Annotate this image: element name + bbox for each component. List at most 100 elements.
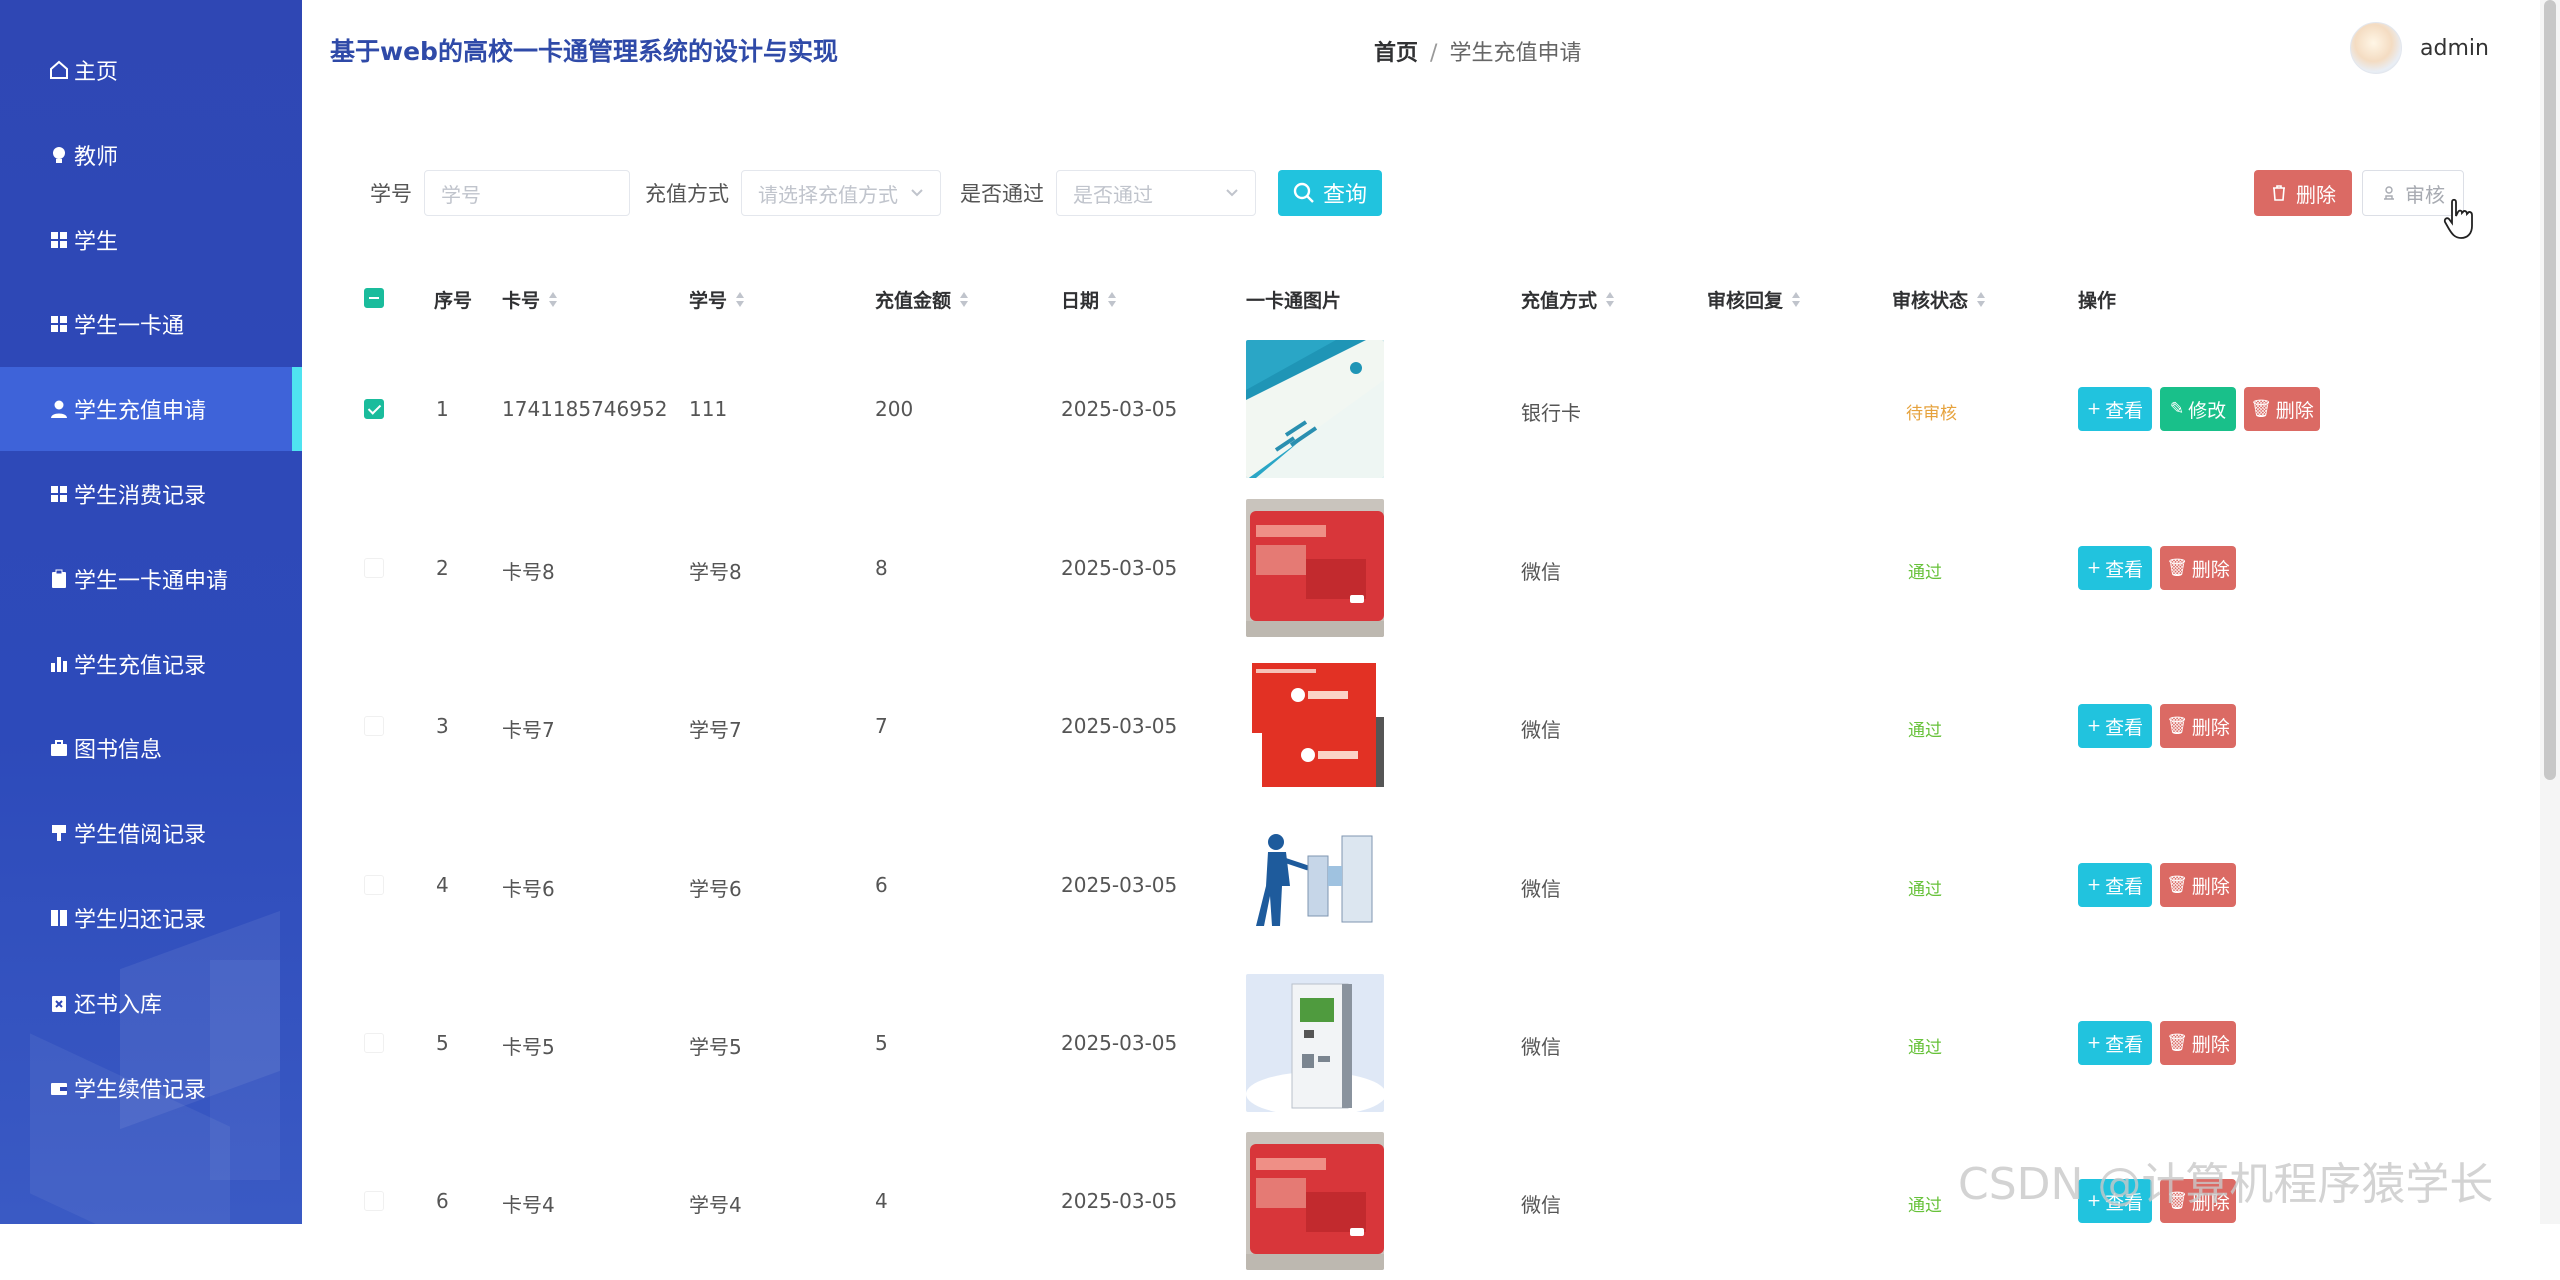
cell-amount: 200 xyxy=(875,397,914,421)
del-button[interactable]: 🗑 删除 xyxy=(2160,1021,2236,1065)
table-row: 3 卡号7 学号7 7 2025-03-05 微信 通过 + 查看 🗑 删除 xyxy=(354,647,2494,805)
query-button[interactable]: 查询 xyxy=(1278,170,1382,216)
sidebar-item[interactable]: 图书信息 xyxy=(0,706,302,790)
sidebar-item[interactable]: 学生充值申请 xyxy=(0,367,302,452)
th-amount[interactable]: 充值金额 xyxy=(875,286,969,313)
breadcrumb: 首页 / 学生充值申请 xyxy=(1374,35,1581,67)
kiosk-photo[interactable] xyxy=(1246,974,1384,1112)
th-date[interactable]: 日期 xyxy=(1061,286,1117,313)
bar-chart-icon xyxy=(48,653,70,675)
scrollbar-thumb[interactable] xyxy=(2544,0,2556,780)
row-checkbox[interactable] xyxy=(364,399,384,419)
table-row: 5 卡号5 学号5 5 2025-03-05 微信 通过 + 查看 🗑 删除 xyxy=(354,964,2494,1122)
cell-method: 微信 xyxy=(1521,560,1561,584)
method-select-placeholder: 请选择充值方式 xyxy=(758,182,898,207)
sidebar-item[interactable]: 学生续借记录 xyxy=(0,1046,302,1130)
grid-icon xyxy=(48,483,70,505)
status-badge: 待审核 xyxy=(1906,404,1957,424)
sidebar-item-label: 图书信息 xyxy=(74,738,163,764)
edit-button[interactable]: ✎ 修改 xyxy=(2160,387,2236,431)
row-checkbox[interactable] xyxy=(364,716,384,736)
view-button[interactable]: + 查看 xyxy=(2078,704,2152,748)
cell-date: 2025-03-05 xyxy=(1061,397,1178,421)
cell-amount: 6 xyxy=(875,873,888,897)
sort-icon[interactable] xyxy=(1976,291,1986,309)
th-status[interactable]: 审核状态 xyxy=(1892,286,1986,313)
query-button-label: 查询 xyxy=(1322,183,1367,208)
th-amount-label: 充值金额 xyxy=(875,290,952,312)
passed-label: 是否通过 xyxy=(960,182,1044,206)
sidebar-item-label: 学生续借记录 xyxy=(74,1077,207,1103)
del-button[interactable]: 🗑 删除 xyxy=(2160,863,2236,907)
row-checkbox[interactable] xyxy=(364,875,384,895)
sort-icon[interactable] xyxy=(959,291,969,309)
student-no-input[interactable]: 学号 xyxy=(424,170,630,216)
sort-icon[interactable] xyxy=(1605,291,1615,309)
th-card-no-label: 卡号 xyxy=(502,290,541,312)
view-button[interactable]: + 查看 xyxy=(2078,387,2152,431)
turnstile-photo[interactable] xyxy=(1246,816,1384,954)
avatar[interactable] xyxy=(2350,22,2402,74)
sidebar-item-label: 学生借阅记录 xyxy=(74,823,207,849)
sidebar-item[interactable]: 学生归还记录 xyxy=(0,876,302,960)
card-photo-red-smart[interactable] xyxy=(1246,1132,1384,1270)
del-button[interactable]: 🗑 删除 xyxy=(2244,387,2320,431)
cell-method: 微信 xyxy=(1521,877,1561,901)
sidebar-item[interactable]: 学生借阅记录 xyxy=(0,791,302,875)
filter-student-no: 学号 学号 xyxy=(370,168,630,218)
trash-icon: 🗑 xyxy=(2166,558,2188,578)
cell-card-no: 卡号7 xyxy=(502,718,555,742)
breadcrumb-home[interactable]: 首页 xyxy=(1374,41,1418,66)
sidebar-item[interactable]: 主页 xyxy=(0,28,302,112)
sidebar-item[interactable]: 学生一卡通 xyxy=(0,282,302,366)
del-button[interactable]: 🗑 删除 xyxy=(2160,704,2236,748)
view-button-label: 查看 xyxy=(2105,399,2144,422)
sidebar-item[interactable]: 学生消费记录 xyxy=(0,452,302,536)
sidebar-item[interactable]: 学生 xyxy=(0,198,302,282)
row-checkbox[interactable] xyxy=(364,1191,384,1211)
row-checkbox[interactable] xyxy=(364,558,384,578)
sidebar-item[interactable]: 学生充值记录 xyxy=(0,622,302,706)
th-method[interactable]: 充值方式 xyxy=(1521,286,1615,313)
wallet-icon xyxy=(48,1077,70,1099)
method-select[interactable]: 请选择充值方式 xyxy=(741,170,941,216)
view-button-label: 查看 xyxy=(2105,558,2144,581)
row-checkbox[interactable] xyxy=(364,1033,384,1053)
passed-select[interactable]: 是否通过 xyxy=(1056,170,1256,216)
sidebar-item-label: 学生一卡通申请 xyxy=(74,568,229,594)
del-button-label: 删除 xyxy=(2191,558,2230,581)
card-photo-blue[interactable] xyxy=(1246,340,1384,478)
cell-card-no: 1741185746952 xyxy=(502,397,668,421)
sidebar-item[interactable]: 学生一卡通申请 xyxy=(0,537,302,621)
sidebar-item[interactable]: 教师 xyxy=(0,113,302,197)
card-photo-red-smart[interactable] xyxy=(1246,499,1384,637)
th-reply[interactable]: 审核回复 xyxy=(1707,286,1801,313)
sidebar-item[interactable]: 还书入库 xyxy=(0,961,302,1045)
status-badge: 通过 xyxy=(1908,721,1942,741)
username[interactable]: admin xyxy=(2420,36,2489,61)
sort-icon[interactable] xyxy=(1107,291,1117,309)
sort-icon[interactable] xyxy=(735,291,745,309)
view-button[interactable]: + 查看 xyxy=(2078,1021,2152,1065)
th-actions-label: 操作 xyxy=(2078,290,2117,312)
view-button[interactable]: + 查看 xyxy=(2078,863,2152,907)
sort-icon[interactable] xyxy=(548,291,558,309)
view-button[interactable]: + 查看 xyxy=(2078,546,2152,590)
book-icon xyxy=(48,907,70,929)
card-photo-red-pair[interactable] xyxy=(1246,657,1384,795)
user-menu[interactable]: admin xyxy=(2350,22,2489,74)
app-title: 基于web的高校一卡通管理系统的设计与实现 xyxy=(330,37,838,66)
th-student-no[interactable]: 学号 xyxy=(689,286,745,313)
th-card-no[interactable]: 卡号 xyxy=(502,286,558,313)
sort-icon[interactable] xyxy=(1791,291,1801,309)
cell-index: 2 xyxy=(436,556,449,580)
hand-cursor-icon xyxy=(2443,198,2473,239)
scrollbar[interactable] xyxy=(2540,0,2560,1224)
th-image: 一卡通图片 xyxy=(1246,286,1341,313)
cell-index: 5 xyxy=(436,1031,449,1055)
select-all-checkbox[interactable] xyxy=(364,288,384,308)
batch-delete-label: 删除 xyxy=(2296,182,2336,207)
del-button[interactable]: 🗑 删除 xyxy=(2160,546,2236,590)
passed-select-placeholder: 是否通过 xyxy=(1073,182,1153,207)
batch-delete-button[interactable]: 删除 xyxy=(2254,170,2352,216)
